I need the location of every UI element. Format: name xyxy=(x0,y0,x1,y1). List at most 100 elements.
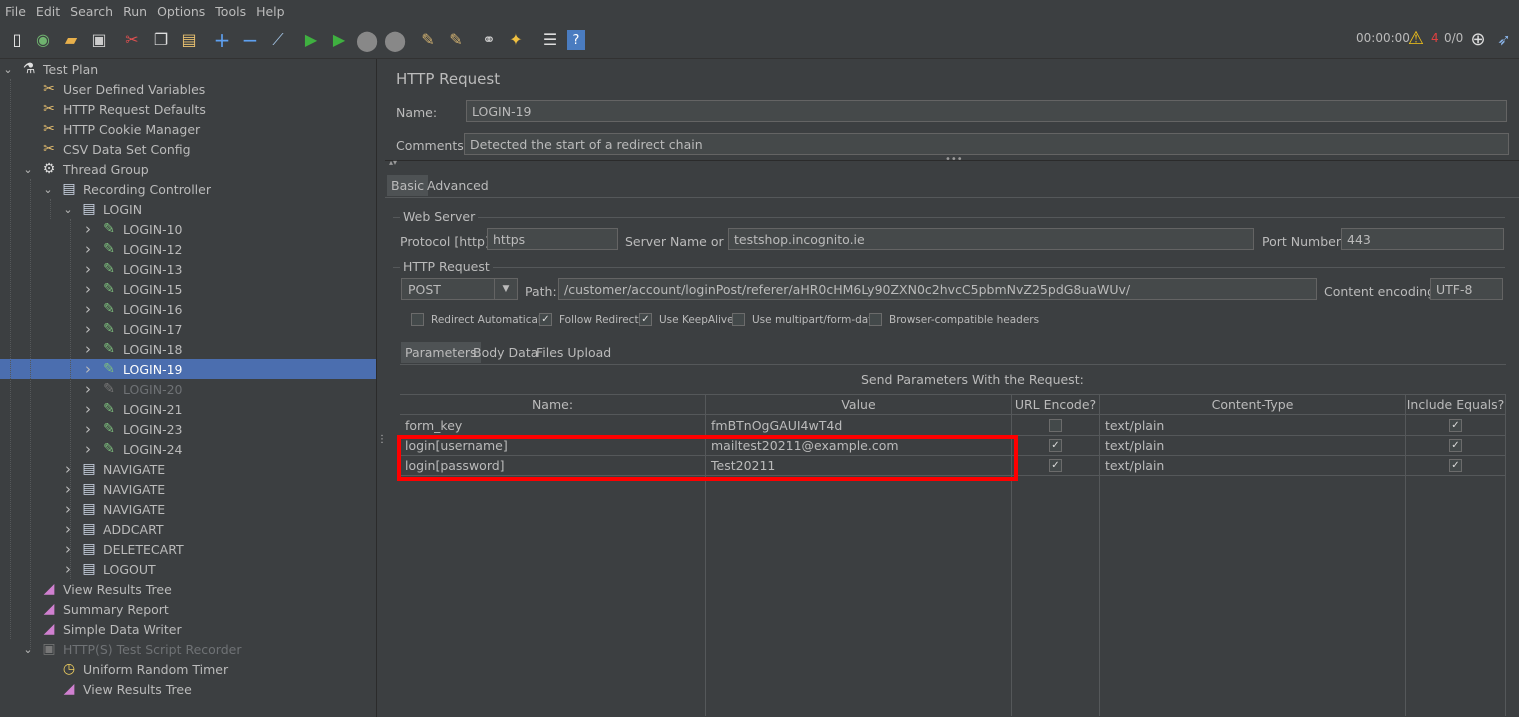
collapse-arrows-icon[interactable]: ▴▾ xyxy=(389,158,397,167)
chevron-right-icon[interactable]: › xyxy=(83,360,93,378)
content-type-cell[interactable]: text/plain xyxy=(1100,456,1406,476)
open-icon[interactable]: ▰ xyxy=(60,29,82,51)
tree-item[interactable]: › ▤ NAVIGATE xyxy=(0,499,376,519)
chevron-down-icon[interactable]: ⌄ xyxy=(23,643,33,656)
checkbox-empty-icon[interactable] xyxy=(732,313,745,326)
stop-icon[interactable]: ⬤ xyxy=(356,29,378,51)
menu-file[interactable]: File xyxy=(0,4,31,19)
protocol-field[interactable]: https xyxy=(487,228,618,250)
tree-item[interactable]: ⌄ ⚙ Thread Group xyxy=(0,159,376,179)
tree-item[interactable]: › ✎ LOGIN-17 xyxy=(0,319,376,339)
tree-item[interactable]: ⌄ ⚗ Test Plan xyxy=(0,59,376,79)
chevron-right-icon[interactable]: › xyxy=(63,540,73,558)
checkbox-checked-icon[interactable]: ✓ xyxy=(639,313,652,326)
checkbox-empty-icon[interactable] xyxy=(869,313,882,326)
param-name-cell[interactable]: form_key xyxy=(400,416,706,436)
tree-item[interactable]: › ▤ ADDCART xyxy=(0,519,376,539)
tree-item[interactable]: ✂ CSV Data Set Config xyxy=(0,139,376,159)
start-no-pauses-icon[interactable]: ▶ xyxy=(328,29,350,51)
help-icon[interactable]: ? xyxy=(567,30,585,50)
tree-item[interactable]: ⌄ ▤ Recording Controller xyxy=(0,179,376,199)
paste-icon[interactable]: ▤ xyxy=(178,29,200,51)
tree-item[interactable]: › ▤ DELETECART xyxy=(0,539,376,559)
menu-edit[interactable]: Edit xyxy=(31,4,65,19)
chevron-right-icon[interactable]: › xyxy=(63,480,73,498)
cut-icon[interactable]: ✂ xyxy=(121,29,143,51)
warning-icon[interactable]: ⚠ xyxy=(1405,28,1427,50)
tree-item[interactable]: ⌄ ▣ HTTP(S) Test Script Recorder xyxy=(0,639,376,659)
tree-item[interactable]: ◢ Simple Data Writer xyxy=(0,619,376,639)
tree-item[interactable]: › ✎ LOGIN-20 xyxy=(0,379,376,399)
chevron-down-icon[interactable]: ⌄ xyxy=(3,63,13,76)
chevron-right-icon[interactable]: › xyxy=(63,560,73,578)
chevron-down-icon[interactable]: ▼ xyxy=(494,279,517,299)
save-icon[interactable]: ▣ xyxy=(88,29,110,51)
url-encode-cell[interactable]: ✓ xyxy=(1012,456,1100,476)
tree-item[interactable]: › ✎ LOGIN-23 xyxy=(0,419,376,439)
column-header-content-type[interactable]: Content-Type xyxy=(1100,394,1406,415)
option-checkbox[interactable]: ✓ Follow Redirects xyxy=(539,313,644,326)
tree-item[interactable]: › ✎ LOGIN-24 xyxy=(0,439,376,459)
checkbox-checked-icon[interactable]: ✓ xyxy=(1049,439,1062,452)
option-checkbox[interactable]: Use multipart/form-data xyxy=(732,313,879,326)
menu-tools[interactable]: Tools xyxy=(210,4,251,19)
menu-options[interactable]: Options xyxy=(152,4,210,19)
collapse-icon[interactable]: − xyxy=(239,29,261,51)
search-icon[interactable]: ⚭ xyxy=(478,29,500,51)
option-checkbox[interactable]: ✓ Use KeepAlive xyxy=(639,313,734,326)
checkbox-checked-icon[interactable]: ✓ xyxy=(539,313,552,326)
chevron-right-icon[interactable]: › xyxy=(83,260,93,278)
comments-field[interactable]: Detected the start of a redirect chain xyxy=(464,133,1509,155)
menu-help[interactable]: Help xyxy=(251,4,290,19)
clear-all-icon[interactable]: ✎ xyxy=(445,29,467,51)
include-equals-cell[interactable]: ✓ xyxy=(1406,436,1506,456)
tree-item[interactable]: ◢ View Results Tree xyxy=(0,579,376,599)
column-header-value[interactable]: Value xyxy=(706,394,1012,415)
chevron-right-icon[interactable]: › xyxy=(83,280,93,298)
tree-item[interactable]: › ✎ LOGIN-13 xyxy=(0,259,376,279)
new-icon[interactable]: ▯ xyxy=(6,29,28,51)
chevron-right-icon[interactable]: › xyxy=(83,340,93,358)
checkbox-checked-icon[interactable]: ✓ xyxy=(1449,459,1462,472)
column-header-include-equals[interactable]: Include Equals? xyxy=(1406,394,1506,415)
content-type-cell[interactable]: text/plain xyxy=(1100,436,1406,456)
param-value-cell[interactable]: fmBTnOgGAUI4wT4d xyxy=(706,416,1012,436)
method-select[interactable]: POST ▼ xyxy=(401,278,518,300)
chevron-right-icon[interactable]: › xyxy=(83,440,93,458)
include-equals-cell[interactable]: ✓ xyxy=(1406,416,1506,436)
chevron-down-icon[interactable]: ⌄ xyxy=(23,163,33,176)
reset-search-icon[interactable]: ✦ xyxy=(505,29,527,51)
tab-files-upload[interactable]: Files Upload xyxy=(532,342,615,363)
tree-item[interactable]: › ✎ LOGIN-12 xyxy=(0,239,376,259)
chevron-right-icon[interactable]: › xyxy=(83,380,93,398)
chevron-right-icon[interactable]: › xyxy=(83,320,93,338)
tree-item[interactable]: ✂ HTTP Request Defaults xyxy=(0,99,376,119)
tab-advanced[interactable]: Advanced xyxy=(423,175,493,196)
column-header-url-encode[interactable]: URL Encode? xyxy=(1012,394,1100,415)
tree-item[interactable]: › ✎ LOGIN-19 xyxy=(0,359,376,379)
comments-divider[interactable]: ▴▾ ••• xyxy=(385,154,1519,169)
url-encode-cell[interactable] xyxy=(1012,416,1100,436)
tab-basic[interactable]: Basic xyxy=(387,175,429,196)
tree-item[interactable]: ◷ Uniform Random Timer xyxy=(0,659,376,679)
tree-item[interactable]: › ▤ LOGOUT xyxy=(0,559,376,579)
chevron-right-icon[interactable]: › xyxy=(63,460,73,478)
chevron-right-icon[interactable]: › xyxy=(83,400,93,418)
tree-item[interactable]: ✂ HTTP Cookie Manager xyxy=(0,119,376,139)
menu-run[interactable]: Run xyxy=(118,4,152,19)
path-field[interactable]: /customer/account/loginPost/referer/aHR0… xyxy=(558,278,1317,300)
chevron-right-icon[interactable]: › xyxy=(83,240,93,258)
option-checkbox[interactable]: Redirect Automatically xyxy=(411,313,550,326)
tree-item[interactable]: ✂ User Defined Variables xyxy=(0,79,376,99)
checkbox-checked-icon[interactable]: ✓ xyxy=(1049,459,1062,472)
include-equals-cell[interactable]: ✓ xyxy=(1406,456,1506,476)
clear-icon[interactable]: ✎ xyxy=(417,29,439,51)
start-icon[interactable]: ▶ xyxy=(300,29,322,51)
menu-search[interactable]: Search xyxy=(65,4,118,19)
encoding-field[interactable]: UTF-8 xyxy=(1430,278,1503,300)
tree-item[interactable]: › ✎ LOGIN-15 xyxy=(0,279,376,299)
chevron-down-icon[interactable]: ⌄ xyxy=(63,203,73,216)
content-type-cell[interactable]: text/plain xyxy=(1100,416,1406,436)
function-helper-icon[interactable]: ☰ xyxy=(539,29,561,51)
toggle-icon[interactable]: ⟋ xyxy=(267,29,289,51)
